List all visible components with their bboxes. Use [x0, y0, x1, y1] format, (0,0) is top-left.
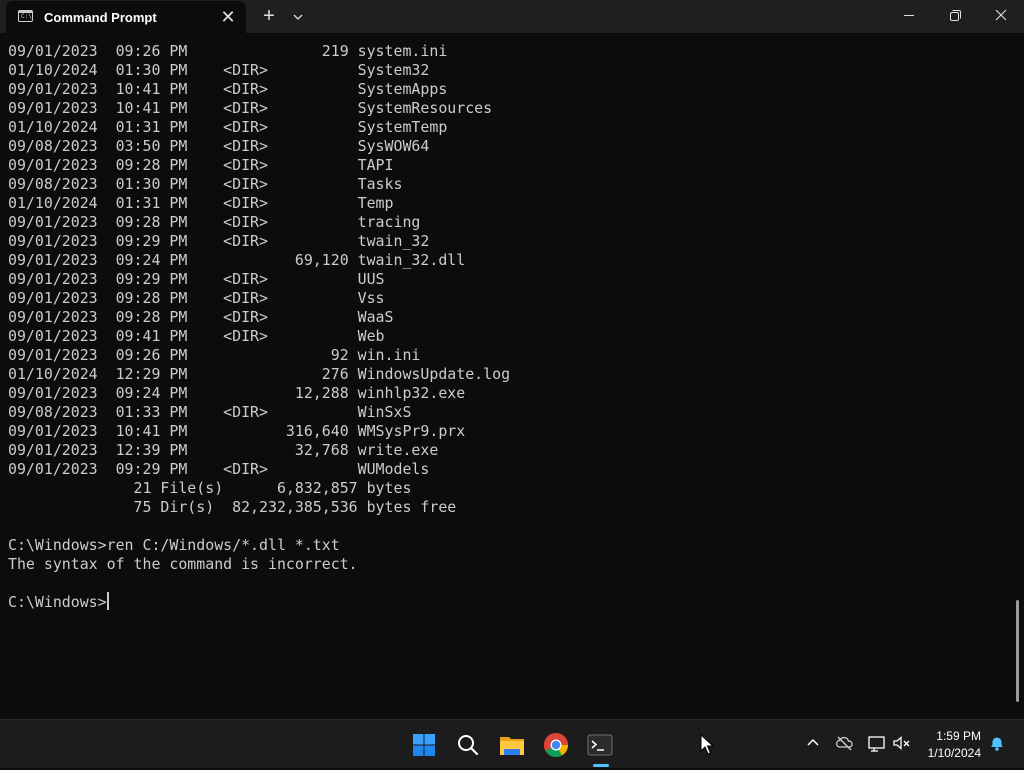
terminal-line: C:\Windows>: [8, 593, 107, 611]
start-button[interactable]: [404, 725, 444, 765]
terminal-line: 09/01/2023 09:24 PM 12,288 winhlp32.exe: [8, 384, 466, 402]
terminal-line: 09/08/2023 01:30 PM <DIR> Tasks: [8, 175, 403, 193]
title-bar: C:\ Command Prompt ✕ +: [0, 0, 1024, 33]
file-explorer-button[interactable]: [492, 725, 532, 765]
taskbar: 1:59 PM 1/10/2024: [0, 719, 1024, 768]
search-icon: [458, 735, 479, 756]
restore-button[interactable]: [932, 0, 978, 32]
terminal-line: 09/01/2023 10:41 PM <DIR> SystemResource…: [8, 99, 493, 117]
terminal-line: 09/01/2023 09:28 PM <DIR> TAPI: [8, 156, 394, 174]
terminal-line: 09/01/2023 12:39 PM 32,768 write.exe: [8, 441, 439, 459]
terminal-line: 09/01/2023 09:29 PM <DIR> UUS: [8, 270, 385, 288]
terminal-line: 09/01/2023 09:24 PM 69,120 twain_32.dll: [8, 251, 466, 269]
tab-command-prompt[interactable]: C:\ Command Prompt ✕: [6, 1, 246, 33]
volume-button[interactable]: [891, 732, 913, 754]
new-tab-button[interactable]: +: [258, 5, 280, 27]
notifications-button[interactable]: [986, 732, 1008, 754]
clock-time[interactable]: 1:59 PM: [911, 729, 981, 743]
close-window-button[interactable]: [978, 0, 1024, 32]
terminal-line: C:\Windows>ren C:/Windows/*.dll *.txt: [8, 536, 340, 554]
terminal-line: 09/01/2023 09:28 PM <DIR> WaaS: [8, 308, 394, 326]
start-icon: [413, 734, 435, 756]
terminal-line: 01/10/2024 12:29 PM 276 WindowsUpdate.lo…: [8, 365, 511, 383]
chevron-up-icon: [807, 738, 819, 746]
command-prompt-icon: C:\: [18, 10, 33, 22]
active-app-indicator: [593, 764, 609, 767]
text-cursor: [107, 592, 109, 610]
terminal-line: 09/01/2023 09:29 PM <DIR> twain_32: [8, 232, 430, 250]
terminal-line: 09/01/2023 10:41 PM <DIR> SystemApps: [8, 80, 448, 98]
terminal-line: 75 Dir(s) 82,232,385,536 bytes free: [8, 498, 457, 516]
terminal-line: 09/01/2023 10:41 PM 316,640 WMSysPr9.prx: [8, 422, 466, 440]
terminal-line: 09/01/2023 09:26 PM 219 system.ini: [8, 42, 448, 60]
mouse-pointer-icon: [700, 734, 714, 755]
scrollbar-thumb[interactable]: [1016, 600, 1019, 702]
terminal-line: 09/08/2023 01:33 PM <DIR> WinSxS: [8, 403, 412, 421]
terminal-line: 09/01/2023 09:26 PM 92 win.ini: [8, 346, 421, 364]
network-button[interactable]: [866, 732, 888, 754]
notification-bell-icon: [991, 737, 1003, 751]
search-button[interactable]: [448, 725, 488, 765]
onedrive-button[interactable]: [834, 732, 856, 754]
terminal-output: 09/01/2023 09:26 PM 219 system.ini 01/10…: [8, 42, 510, 612]
terminal-line: 09/01/2023 09:28 PM <DIR> Vss: [8, 289, 385, 307]
terminal-line: 21 File(s) 6,832,857 bytes: [8, 479, 412, 497]
chevron-down-icon: [293, 14, 303, 20]
network-icon: [868, 736, 885, 752]
terminal-line: 01/10/2024 01:31 PM <DIR> Temp: [8, 194, 394, 212]
show-hidden-icons-button[interactable]: [802, 732, 824, 754]
chrome-icon: [543, 733, 568, 758]
terminal-line: 09/01/2023 09:41 PM <DIR> Web: [8, 327, 385, 345]
chrome-button[interactable]: [536, 725, 576, 765]
minimize-icon: [904, 15, 914, 16]
onedrive-icon: [836, 736, 853, 751]
tab-title: Command Prompt: [44, 10, 157, 25]
clock-date[interactable]: 1/10/2024: [911, 746, 981, 760]
file-explorer-icon: [500, 737, 524, 755]
terminal-taskbar-button[interactable]: [580, 725, 620, 765]
terminal-console[interactable]: 09/01/2023 09:26 PM 219 system.ini 01/10…: [0, 33, 1024, 719]
restore-icon: [950, 10, 961, 21]
terminal-line: 09/08/2023 03:50 PM <DIR> SysWOW64: [8, 137, 430, 155]
minimize-button[interactable]: [886, 0, 932, 32]
terminal-line: The syntax of the command is incorrect.: [8, 555, 358, 573]
close-icon: [995, 9, 1007, 21]
terminal-line: 09/01/2023 09:29 PM <DIR> WUModels: [8, 460, 430, 478]
volume-muted-icon: [893, 736, 910, 750]
terminal-line: 09/01/2023 09:28 PM <DIR> tracing: [8, 213, 421, 231]
terminal-icon: [587, 734, 613, 756]
terminal-line: 01/10/2024 01:31 PM <DIR> SystemTemp: [8, 118, 448, 136]
tab-close-button[interactable]: ✕: [218, 7, 238, 27]
tab-dropdown-button[interactable]: [288, 7, 308, 27]
terminal-line: 01/10/2024 01:30 PM <DIR> System32: [8, 61, 430, 79]
